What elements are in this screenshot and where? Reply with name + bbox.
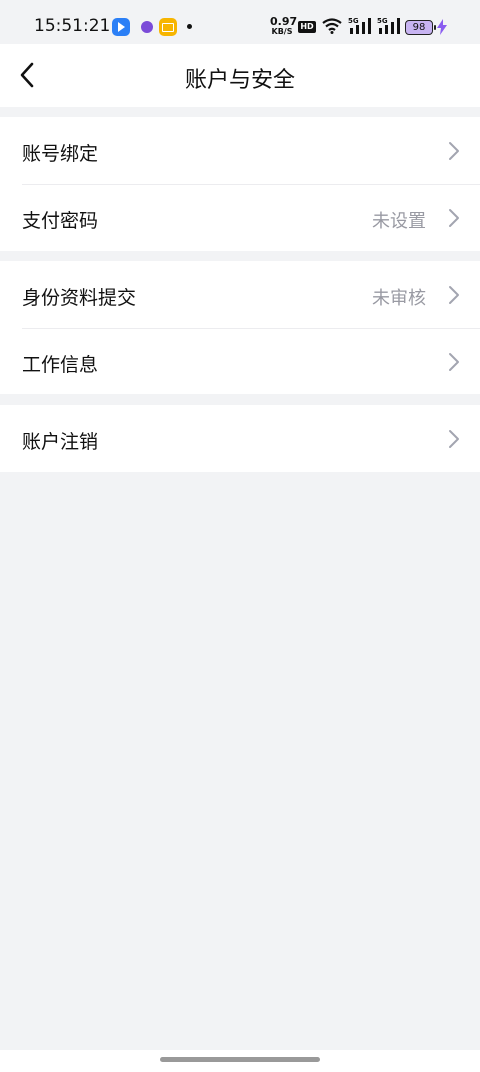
status-time: 15:51:21 xyxy=(34,16,111,36)
row-label: 账户注销 xyxy=(22,431,99,453)
mail-icon xyxy=(159,18,177,36)
charging-icon xyxy=(437,19,447,35)
signal2-label: 5G xyxy=(377,17,388,25)
settings-group-3: 账户注销 xyxy=(0,405,480,472)
net-speed-unit: KB/S xyxy=(271,27,293,36)
status-bar: 15:51:21 0.97 KB/S HD 5G 5G 98 xyxy=(0,0,480,44)
row-account-cancellation[interactable]: 账户注销 xyxy=(0,405,480,472)
row-payment-password[interactable]: 支付密码 未设置 xyxy=(0,184,480,251)
net-speed: 0.97 KB/S xyxy=(270,15,298,36)
app-blue-icon xyxy=(112,18,130,36)
chevron-right-icon xyxy=(449,209,459,227)
row-value: 未审核 xyxy=(372,288,426,309)
row-label: 身份资料提交 xyxy=(22,287,137,309)
row-identity-submission[interactable]: 身份资料提交 未审核 xyxy=(0,261,480,328)
row-label: 账号绑定 xyxy=(22,143,99,165)
row-label: 支付密码 xyxy=(22,210,99,232)
app-purple-icon xyxy=(138,18,156,36)
nav-bar: 账户与安全 xyxy=(0,44,480,107)
net-speed-value: 0.97 xyxy=(270,15,298,28)
row-work-info[interactable]: 工作信息 xyxy=(0,328,480,395)
chevron-right-icon xyxy=(449,286,459,304)
row-value: 未设置 xyxy=(372,211,426,232)
signal1-label: 5G xyxy=(348,17,359,25)
row-label: 工作信息 xyxy=(22,354,99,376)
chevron-right-icon xyxy=(449,353,459,371)
wifi-icon xyxy=(322,18,342,34)
signal-icon: 5G xyxy=(348,17,371,34)
settings-group-2: 身份资料提交 未审核 工作信息 xyxy=(0,261,480,394)
chevron-right-icon xyxy=(449,430,459,448)
page-title: 账户与安全 xyxy=(184,68,295,93)
battery-level: 98 xyxy=(405,20,436,35)
hd-badge: HD xyxy=(298,21,316,33)
signal-icon: 5G xyxy=(377,17,400,34)
row-account-binding[interactable]: 账号绑定 xyxy=(0,117,480,184)
chevron-right-icon xyxy=(449,142,459,160)
settings-group-1: 账号绑定 支付密码 未设置 xyxy=(0,117,480,251)
home-indicator[interactable] xyxy=(160,1057,320,1062)
dot-icon xyxy=(187,24,192,29)
